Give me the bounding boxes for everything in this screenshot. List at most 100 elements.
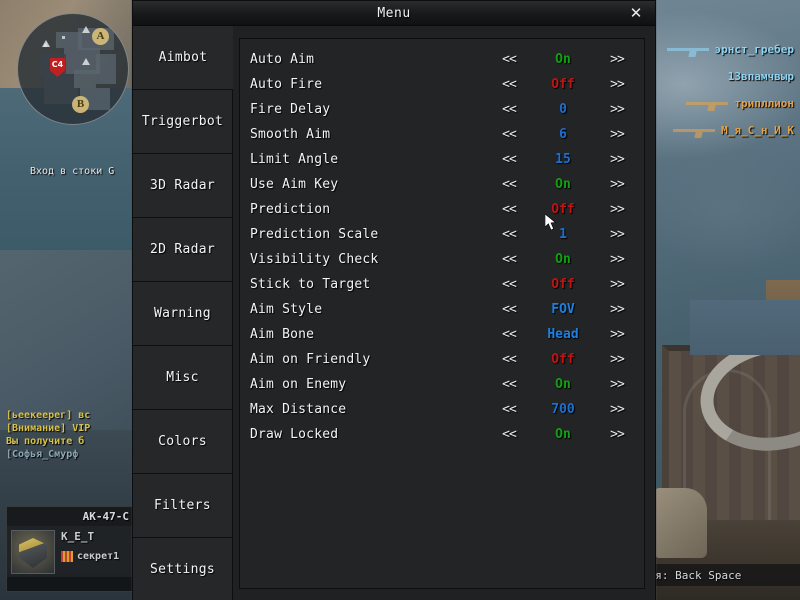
sidebar-item-aimbot[interactable]: Aimbot bbox=[133, 26, 233, 90]
bombsite-b-marker: B bbox=[72, 96, 89, 113]
option-value: On bbox=[555, 52, 571, 67]
sidebar-item-colors[interactable]: Colors bbox=[133, 410, 233, 474]
kill-feed-name: эрнст_гребер bbox=[714, 43, 794, 56]
sidebar-item-label: Misc bbox=[166, 370, 199, 385]
option-row: Auto Aim << On >> bbox=[250, 47, 634, 72]
option-next-arrow[interactable]: >> bbox=[600, 77, 634, 92]
sidebar-tabs: Aimbot Triggerbot 3D Radar 2D Radar Warn… bbox=[133, 26, 233, 600]
sidebar-item-triggerbot[interactable]: Triggerbot bbox=[133, 90, 233, 154]
option-next-arrow[interactable]: >> bbox=[600, 227, 634, 242]
option-next-arrow[interactable]: >> bbox=[600, 152, 634, 167]
sidebar-item-misc[interactable]: Misc bbox=[133, 346, 233, 410]
sidebar-item-warning[interactable]: Warning bbox=[133, 282, 233, 346]
window-title: Menu bbox=[377, 6, 411, 21]
option-prev-arrow[interactable]: << bbox=[492, 102, 526, 117]
option-prev-arrow[interactable]: << bbox=[492, 402, 526, 417]
option-next-arrow[interactable]: >> bbox=[600, 52, 634, 67]
option-value: 0 bbox=[559, 102, 567, 117]
option-prev-arrow[interactable]: << bbox=[492, 302, 526, 317]
option-next-arrow[interactable]: >> bbox=[600, 277, 634, 292]
option-next-arrow[interactable]: >> bbox=[600, 402, 634, 417]
option-row: Auto Fire << Off >> bbox=[250, 72, 634, 97]
option-value: 15 bbox=[555, 152, 571, 167]
option-label: Use Aim Key bbox=[250, 177, 339, 192]
options-list: Auto Aim << On >> Auto Fire << Off >> Fire Delay… bbox=[250, 47, 634, 447]
kill-feed-row: М_я_С_н_И_К bbox=[634, 117, 794, 144]
option-prev-arrow[interactable]: << bbox=[492, 377, 526, 392]
option-next-arrow[interactable]: >> bbox=[600, 427, 634, 442]
option-value: 1 bbox=[559, 227, 567, 242]
option-prev-arrow[interactable]: << bbox=[492, 352, 526, 367]
option-next-arrow[interactable]: >> bbox=[600, 177, 634, 192]
option-label: Aim on Friendly bbox=[250, 352, 371, 367]
option-value: Head bbox=[547, 327, 579, 342]
option-row: Stick to Target << Off >> bbox=[250, 272, 634, 297]
option-label: Aim on Enemy bbox=[250, 377, 347, 392]
player-info-panel: AK-47-C K_E_T секрет1 bbox=[6, 506, 134, 592]
option-value: On bbox=[555, 427, 571, 442]
sidebar-item-label: Aimbot bbox=[158, 50, 208, 65]
option-label: Limit Angle bbox=[250, 152, 339, 167]
option-label: Fire Delay bbox=[250, 102, 331, 117]
option-next-arrow[interactable]: >> bbox=[600, 377, 634, 392]
option-next-arrow[interactable]: >> bbox=[600, 252, 634, 267]
option-prev-arrow[interactable]: << bbox=[492, 202, 526, 217]
panel-footer-bar bbox=[7, 577, 133, 591]
clan-shield-icon bbox=[11, 530, 55, 574]
option-label: Max Distance bbox=[250, 402, 347, 417]
sidebar-item-filters[interactable]: Filters bbox=[133, 474, 233, 538]
option-prev-arrow[interactable]: << bbox=[492, 152, 526, 167]
option-next-arrow[interactable]: >> bbox=[600, 352, 634, 367]
sidebar-item-label: Warning bbox=[154, 306, 211, 321]
sidebar-item-label: Colors bbox=[158, 434, 207, 449]
option-label: Auto Aim bbox=[250, 52, 315, 67]
option-value: Off bbox=[551, 277, 575, 292]
option-row: Aim on Enemy << On >> bbox=[250, 372, 634, 397]
sidebar-item-settings[interactable]: Settings bbox=[133, 538, 233, 600]
ring-occluder bbox=[690, 300, 800, 355]
player-rank: секрет1 bbox=[61, 551, 129, 562]
rifle-icon bbox=[666, 44, 709, 55]
option-prev-arrow[interactable]: << bbox=[492, 277, 526, 292]
option-next-arrow[interactable]: >> bbox=[600, 202, 634, 217]
option-value: On bbox=[555, 377, 571, 392]
option-next-arrow[interactable]: >> bbox=[600, 327, 634, 342]
sidebar-item-label: Filters bbox=[154, 498, 211, 513]
option-row: Visibility Check << On >> bbox=[250, 247, 634, 272]
player-name: K_E_T bbox=[61, 530, 95, 543]
option-prev-arrow[interactable]: << bbox=[492, 327, 526, 342]
option-prev-arrow[interactable]: << bbox=[492, 252, 526, 267]
option-value: Off bbox=[551, 77, 575, 92]
option-value: On bbox=[555, 252, 571, 267]
option-prev-arrow[interactable]: << bbox=[492, 127, 526, 142]
kill-feed-row: трипллион bbox=[634, 90, 794, 117]
cloud-decoration bbox=[640, 150, 800, 270]
option-prev-arrow[interactable]: << bbox=[492, 52, 526, 67]
option-value: On bbox=[555, 177, 571, 192]
kill-feed: эрнст_гребер 13впамчвыр трипллион М_я_С_… bbox=[634, 36, 794, 144]
options-panel: Auto Aim << On >> Auto Fire << Off >> Fire Delay… bbox=[239, 38, 645, 589]
option-value: 700 bbox=[551, 402, 575, 417]
option-label: Visibility Check bbox=[250, 252, 379, 267]
option-prev-arrow[interactable]: << bbox=[492, 177, 526, 192]
kill-feed-row: 13впамчвыр bbox=[634, 63, 794, 90]
sidebar-item-3d-radar[interactable]: 3D Radar bbox=[133, 154, 233, 218]
option-prev-arrow[interactable]: << bbox=[492, 77, 526, 92]
option-row: Prediction Scale << 1 >> bbox=[250, 222, 634, 247]
option-row: Prediction << Off >> bbox=[250, 197, 634, 222]
option-row: Aim Bone << Head >> bbox=[250, 322, 634, 347]
option-next-arrow[interactable]: >> bbox=[600, 102, 634, 117]
option-label: Prediction bbox=[250, 202, 331, 217]
option-value: Off bbox=[551, 352, 575, 367]
option-label: Smooth Aim bbox=[250, 127, 331, 142]
player-rank-label: секрет1 bbox=[77, 551, 120, 562]
option-prev-arrow[interactable]: << bbox=[492, 427, 526, 442]
option-next-arrow[interactable]: >> bbox=[600, 302, 634, 317]
close-icon[interactable]: ✕ bbox=[625, 1, 647, 26]
option-row: Fire Delay << 0 >> bbox=[250, 97, 634, 122]
radar-minimap: C4 A B bbox=[17, 13, 129, 125]
option-next-arrow[interactable]: >> bbox=[600, 127, 634, 142]
option-prev-arrow[interactable]: << bbox=[492, 227, 526, 242]
option-label: Draw Locked bbox=[250, 427, 339, 442]
sidebar-item-2d-radar[interactable]: 2D Radar bbox=[133, 218, 233, 282]
